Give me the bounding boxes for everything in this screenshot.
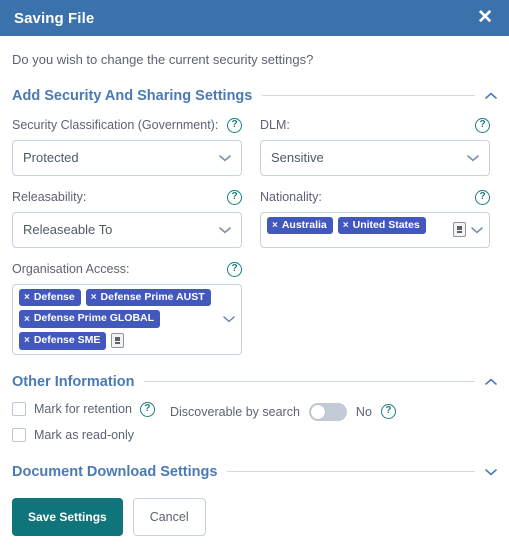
field-dlm: DLM: ? Sensitive xyxy=(260,117,490,176)
chip-organisation[interactable]: × Defense xyxy=(19,288,81,307)
chip-nationality[interactable]: × Australia xyxy=(267,216,333,235)
chevron-down-icon[interactable] xyxy=(223,315,235,323)
chip-organisation[interactable]: × Defense SME xyxy=(19,331,107,350)
chevron-down-icon xyxy=(467,154,479,162)
select-releasability[interactable]: Releaseable To xyxy=(12,211,242,248)
label-row: Releasability: ? xyxy=(12,189,242,205)
field-row-classification: Security Classification (Government): ? … xyxy=(12,117,497,176)
field-releasability: Releasability: ? Releaseable To xyxy=(12,189,242,248)
select-dlm[interactable]: Sensitive xyxy=(260,139,490,176)
label-row: DLM: ? xyxy=(260,117,490,133)
toggle-state-discoverable-by-search: No xyxy=(355,404,372,419)
field-nationality: Nationality: ? × Australia × United Stat… xyxy=(260,189,490,248)
label-row: Organisation Access: ? xyxy=(12,261,242,277)
section-title-security: Add Security And Sharing Settings xyxy=(12,87,253,104)
select-value-dlm: Sensitive xyxy=(271,150,324,166)
section-header-security[interactable]: Add Security And Sharing Settings xyxy=(12,88,497,104)
chip-remove-icon[interactable]: × xyxy=(24,335,30,346)
field-label-organisation-access: Organisation Access: xyxy=(12,262,130,277)
select-value-releasability: Releaseable To xyxy=(23,222,113,238)
chip-remove-icon[interactable]: × xyxy=(343,220,349,231)
dialog-title: Saving File xyxy=(14,9,95,27)
field-row-releasability: Releasability: ? Releaseable To National… xyxy=(12,189,497,248)
help-icon-mark-for-retention[interactable]: ? xyxy=(139,401,155,417)
prompt-text: Do you wish to change the current securi… xyxy=(12,52,314,67)
help-icon-dlm[interactable]: ? xyxy=(475,117,490,133)
chip-label: United States xyxy=(352,218,420,231)
label-row: Nationality: ? xyxy=(260,189,490,205)
chip-label: Defense Prime GLOBAL xyxy=(33,312,155,325)
field-label-releasability: Releasability: xyxy=(12,190,87,205)
chevron-down-icon[interactable] xyxy=(471,226,483,234)
chip-remove-icon[interactable]: × xyxy=(24,314,30,325)
help-icon-security-classification[interactable]: ? xyxy=(227,117,242,133)
field-label-nationality: Nationality: xyxy=(260,190,322,205)
toggle-discoverable-by-search[interactable] xyxy=(308,402,347,421)
checkbox-label-mark-for-retention: Mark for retention xyxy=(34,402,132,417)
chip-label: Australia xyxy=(281,218,327,231)
chip-label: Defense xyxy=(33,290,75,303)
section-title-document-download-settings: Document Download Settings xyxy=(12,463,218,480)
chevron-up-icon-other-information[interactable] xyxy=(485,378,497,386)
close-icon[interactable]: ✕ xyxy=(475,6,495,31)
field-label-dlm: DLM: xyxy=(260,118,290,133)
chip-remove-icon[interactable]: × xyxy=(24,292,30,303)
chip-organisation[interactable]: × Defense Prime AUST xyxy=(85,288,211,307)
save-settings-button[interactable]: Save Settings xyxy=(12,497,123,536)
chevron-up-icon-security[interactable] xyxy=(485,92,497,100)
toggle-row-discoverable-by-search: Discoverable by search No ? xyxy=(170,402,396,421)
multiselect-controls xyxy=(449,222,483,238)
chip-organisation[interactable]: × Defense Prime GLOBAL xyxy=(19,310,161,328)
chip-nationality[interactable]: × United States xyxy=(337,216,426,235)
toggle-knob xyxy=(309,403,326,420)
field-label-security-classification: Security Classification (Government): xyxy=(12,118,219,133)
checkbox-mark-as-read-only[interactable] xyxy=(12,427,26,442)
multiselect-organisation-access[interactable]: × Defense × Defense Prime AUST × Defense… xyxy=(12,283,242,355)
field-row-organisation-access: Organisation Access: ? × Defense × Defen… xyxy=(12,261,497,355)
other-information-body: Mark for retention ? Mark as read-only D… xyxy=(12,401,497,442)
cancel-button[interactable]: Cancel xyxy=(132,497,206,536)
list-picker-icon[interactable] xyxy=(111,332,125,348)
chip-list-nationality: × Australia × United States xyxy=(267,216,449,235)
dialog-body: Do you wish to change the current securi… xyxy=(0,36,509,551)
section-divider xyxy=(262,95,475,97)
chip-label: Defense SME xyxy=(33,333,101,346)
saving-file-dialog: Saving File ✕ Do you wish to change the … xyxy=(0,0,509,551)
help-icon-organisation-access[interactable]: ? xyxy=(227,261,242,277)
chevron-down-icon xyxy=(219,154,231,162)
chip-list-organisation-access: × Defense × Defense Prime AUST × Defense… xyxy=(19,288,219,350)
dialog-footer: Save Settings Cancel xyxy=(12,497,497,550)
toggle-label-discoverable-by-search: Discoverable by search xyxy=(170,404,300,419)
chip-label: Defense Prime AUST xyxy=(100,290,205,303)
chip-remove-icon[interactable]: × xyxy=(272,220,278,231)
section-divider xyxy=(227,471,475,473)
list-picker-icon[interactable] xyxy=(453,222,466,238)
section-title-other-information: Other Information xyxy=(12,373,135,390)
checkbox-row-mark-as-read-only: Mark as read-only xyxy=(12,427,497,442)
checkbox-mark-for-retention[interactable] xyxy=(12,402,26,417)
select-value-security-classification: Protected xyxy=(23,150,79,166)
chevron-down-icon-document-download-settings[interactable] xyxy=(485,468,497,476)
checkbox-label-mark-as-read-only: Mark as read-only xyxy=(34,427,135,442)
chevron-down-icon xyxy=(219,226,231,234)
multiselect-nationality[interactable]: × Australia × United States xyxy=(260,211,490,248)
help-icon-nationality[interactable]: ? xyxy=(475,189,490,205)
chip-remove-icon[interactable]: × xyxy=(91,292,97,303)
section-header-other-information[interactable]: Other Information xyxy=(12,374,497,390)
label-row: Security Classification (Government): ? xyxy=(12,117,242,133)
select-security-classification[interactable]: Protected xyxy=(12,139,242,176)
help-icon-releasability[interactable]: ? xyxy=(227,189,242,205)
section-divider xyxy=(144,381,475,383)
field-security-classification: Security Classification (Government): ? … xyxy=(12,117,242,176)
dialog-titlebar: Saving File ✕ xyxy=(0,0,509,36)
multiselect-controls xyxy=(219,315,235,323)
field-organisation-access: Organisation Access: ? × Defense × Defen… xyxy=(12,261,242,355)
section-header-document-download-settings[interactable]: Document Download Settings xyxy=(12,464,497,480)
help-icon-discoverable-by-search[interactable]: ? xyxy=(380,404,396,420)
